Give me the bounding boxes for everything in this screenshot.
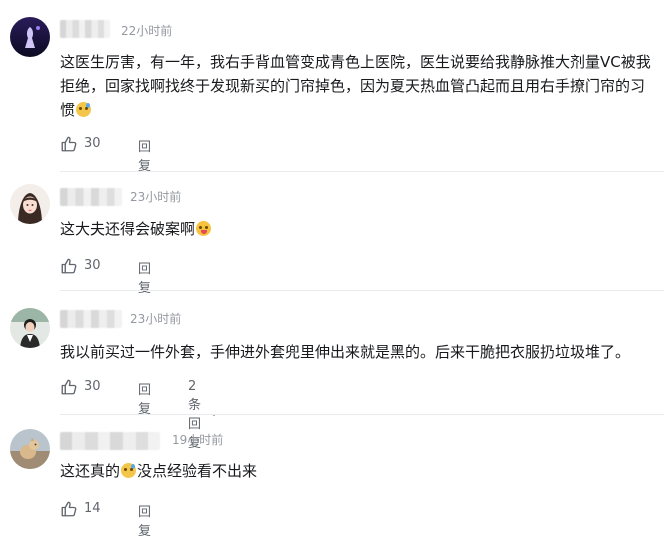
comment-time: 23小时前 xyxy=(130,312,182,326)
username-blurred[interactable] xyxy=(60,432,160,450)
sweat-emoji-icon xyxy=(76,102,92,117)
comment-text: 这大夫还得会破案啊 xyxy=(60,217,656,241)
comment-text-content: 这大夫还得会破案啊 xyxy=(60,220,196,238)
username-blurred[interactable] xyxy=(60,188,122,206)
tongue-emoji-icon xyxy=(196,221,212,236)
thumbs-up-icon xyxy=(61,258,77,274)
like-button[interactable]: 14 xyxy=(60,500,101,518)
sweat-emoji-icon xyxy=(121,463,137,478)
comment-text: 我以前买过一件外套，手伸进外套兜里伸出来就是黑的。后来干脆把衣服扔垃圾堆了。 xyxy=(60,340,656,364)
avatar[interactable] xyxy=(10,308,50,348)
like-count: 30 xyxy=(84,379,101,394)
username-blurred[interactable] xyxy=(60,310,122,328)
comment-time: 23小时前 xyxy=(130,190,182,204)
comment-1: 22小时前 这医生厉害，有一年，我右手背血管变成青色上医院，医生说要给我静脉推大… xyxy=(0,0,664,174)
avatar[interactable] xyxy=(10,184,50,224)
like-button[interactable]: 30 xyxy=(60,257,101,275)
comment-time: 22小时前 xyxy=(121,24,173,38)
comment-2: 23小时前 这大夫还得会破案啊 30 回复 xyxy=(0,172,664,296)
comment-text-content: 没点经验看不出来 xyxy=(137,462,258,480)
comment-time: 19小时前 xyxy=(172,433,224,447)
comment-3: 23小时前 我以前买过一件外套，手伸进外套兜里伸出来就是黑的。后来干脆把衣服扔垃… xyxy=(0,291,664,451)
avatar[interactable] xyxy=(10,17,50,57)
like-button[interactable]: 30 xyxy=(60,378,101,396)
reply-button[interactable]: 回复 xyxy=(138,136,151,174)
reply-button[interactable]: 回复 xyxy=(138,501,151,539)
like-count: 14 xyxy=(84,501,101,516)
thumbs-up-icon xyxy=(61,379,77,395)
thumbs-up-icon xyxy=(61,501,77,517)
comment-text-content: 这医生厉害，有一年，我右手背血管变成青色上医院，医生说要给我静脉推大剂量VC被我… xyxy=(60,53,651,119)
comment-text: 这还真的 没点经验看不出来 xyxy=(60,459,656,483)
like-count: 30 xyxy=(84,136,101,151)
reply-button[interactable]: 回复 xyxy=(138,379,151,417)
comment-text-content: 我以前买过一件外套，手伸进外套兜里伸出来就是黑的。后来干脆把衣服扔垃圾堆了。 xyxy=(60,343,631,361)
avatar[interactable] xyxy=(10,429,50,469)
username-blurred[interactable] xyxy=(60,20,110,38)
like-count: 30 xyxy=(84,258,101,273)
like-button[interactable]: 30 xyxy=(60,135,101,153)
comment-text: 这医生厉害，有一年，我右手背血管变成青色上医院，医生说要给我静脉推大剂量VC被我… xyxy=(60,50,656,122)
comment-4: 19小时前 这还真的 没点经验看不出来 14 回复 xyxy=(0,415,664,539)
thumbs-up-icon xyxy=(61,136,77,152)
comment-text-content: 这还真的 xyxy=(60,462,121,480)
